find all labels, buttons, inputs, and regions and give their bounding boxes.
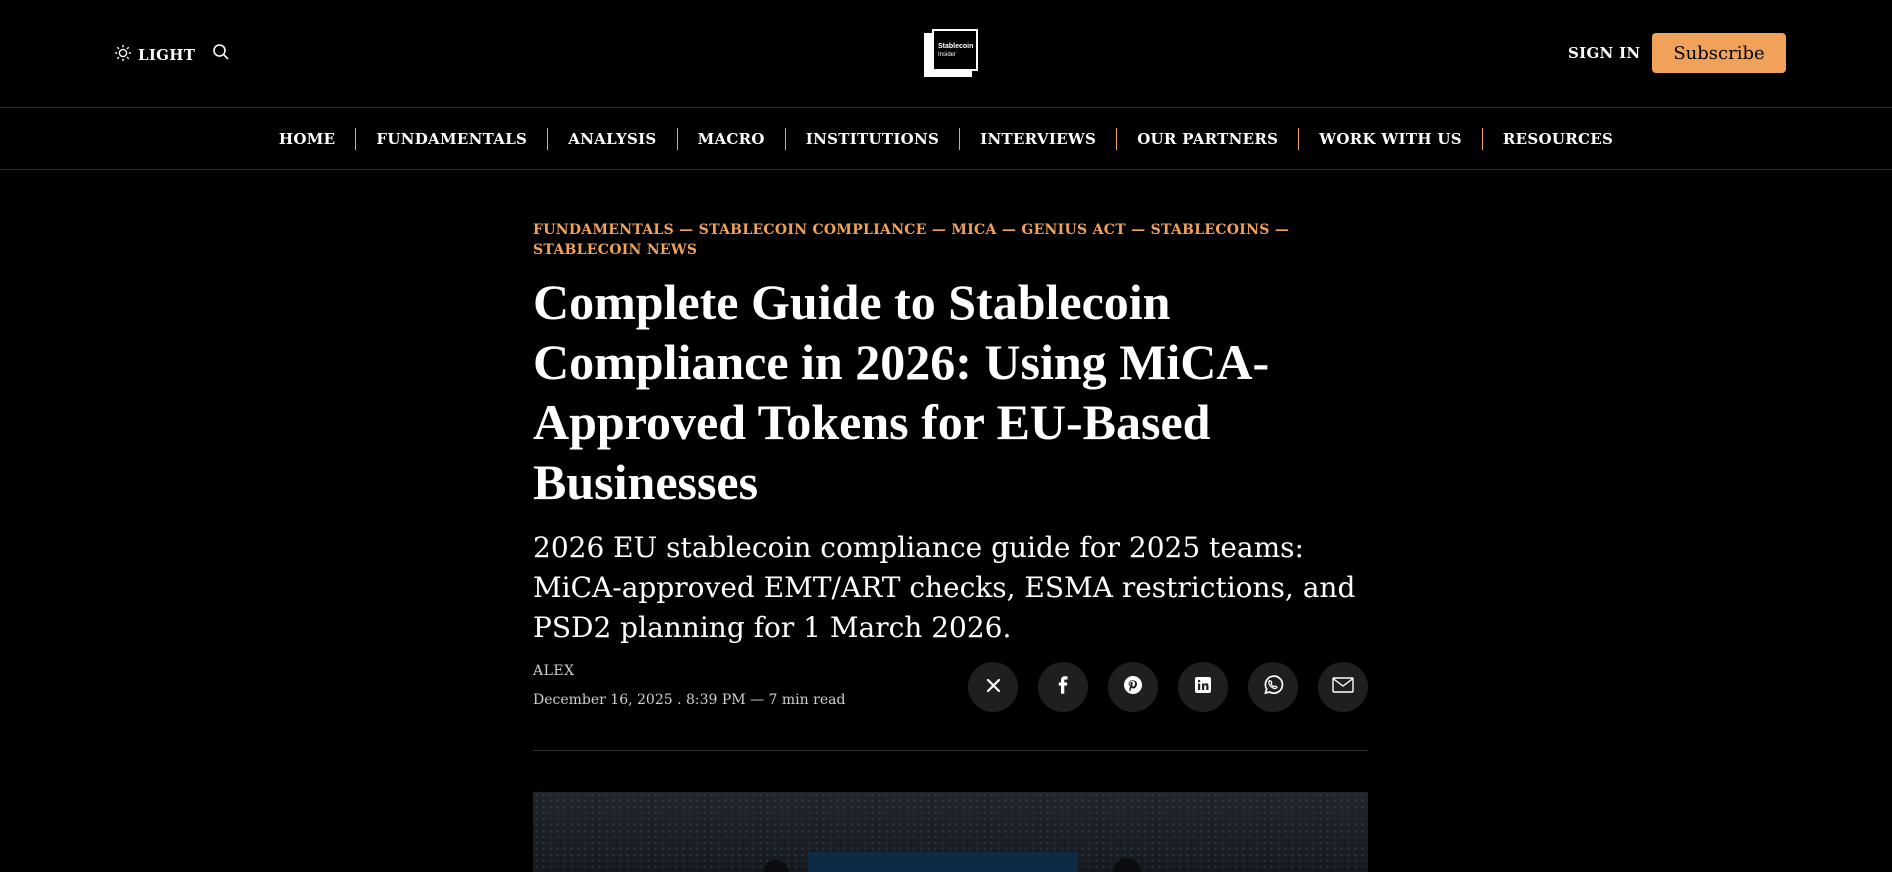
nav-item-institutions[interactable]: INSTITUTIONS xyxy=(786,128,959,150)
category-separator: — xyxy=(1274,222,1290,238)
sign-in-link[interactable]: SIGN IN xyxy=(1568,44,1640,62)
subscribe-button[interactable]: Subscribe xyxy=(1652,33,1786,73)
publish-info: December 16, 2025 . 8:39 PM — 7 min read xyxy=(533,692,845,708)
category-link[interactable]: STABLECOIN NEWS xyxy=(533,242,697,258)
author-name[interactable]: ALEX xyxy=(533,663,575,679)
logo-text-line1: Stablecoin xyxy=(938,43,974,50)
sun-icon xyxy=(114,44,132,66)
nav-item-home[interactable]: HOME xyxy=(259,128,355,150)
article-header: FUNDAMENTALS — STABLECOIN COMPLIANCE — M… xyxy=(533,220,1368,648)
share-x-button[interactable] xyxy=(968,662,1018,712)
nav-item-analysis[interactable]: ANALYSIS xyxy=(548,128,676,150)
pinterest-icon xyxy=(1123,675,1143,699)
x-icon xyxy=(985,677,1002,698)
whatsapp-icon xyxy=(1261,673,1285,701)
nav-item-macro[interactable]: MACRO xyxy=(678,128,785,150)
publish-date: December 16, 2025 . 8:39 PM xyxy=(533,692,746,708)
share-email-button[interactable] xyxy=(1318,662,1368,712)
meta-separator: — xyxy=(750,692,769,708)
article-title: Complete Guide to Stablecoin Compliance … xyxy=(533,274,1270,510)
theme-toggle[interactable]: LIGHT xyxy=(114,44,195,66)
nav-item-work-with-us[interactable]: WORK WITH US xyxy=(1299,128,1482,150)
facebook-icon xyxy=(1057,676,1069,698)
share-whatsapp-button[interactable] xyxy=(1248,662,1298,712)
share-pinterest-button[interactable] xyxy=(1108,662,1158,712)
article-meta: ALEX December 16, 2025 . 8:39 PM — 7 min… xyxy=(533,660,1368,750)
category-separator: — xyxy=(931,222,952,238)
share-buttons xyxy=(968,662,1368,712)
nav-item-interviews[interactable]: INTERVIEWS xyxy=(960,128,1116,150)
share-facebook-button[interactable] xyxy=(1038,662,1088,712)
category-separator: — xyxy=(1131,222,1151,238)
email-icon xyxy=(1332,677,1354,697)
share-linkedin-button[interactable] xyxy=(1178,662,1228,712)
nav-item-fundamentals[interactable]: FUNDAMENTALS xyxy=(356,128,547,150)
main-nav: HOME FUNDAMENTALS ANALYSIS MACRO INSTITU… xyxy=(0,108,1892,170)
read-time: 7 min read xyxy=(768,692,846,708)
category-link[interactable]: GENIUS ACT xyxy=(1021,222,1126,238)
logo-text-line2: Insider xyxy=(938,52,957,58)
category-link[interactable]: FUNDAMENTALS xyxy=(533,222,674,238)
nav-item-resources[interactable]: RESOURCES xyxy=(1483,128,1633,150)
theme-toggle-label: LIGHT xyxy=(138,46,196,64)
site-logo[interactable]: Stablecoin Insider xyxy=(924,29,978,77)
category-list: FUNDAMENTALS — STABLECOIN COMPLIANCE — M… xyxy=(533,220,1368,260)
nav-item-our-partners[interactable]: OUR PARTNERS xyxy=(1117,128,1298,150)
category-separator: — xyxy=(1001,222,1022,238)
site-header: LIGHT Stablecoin Insider SIGN IN Subscri… xyxy=(0,0,1892,108)
linkedin-icon xyxy=(1194,676,1212,698)
hero-image xyxy=(533,792,1368,872)
search-icon[interactable] xyxy=(212,43,230,65)
article-subtitle: 2026 EU stablecoin compliance guide for … xyxy=(533,531,1356,644)
category-link[interactable]: STABLECOIN COMPLIANCE xyxy=(699,222,927,238)
category-link[interactable]: STABLECOINS xyxy=(1151,222,1270,238)
logo-text: Stablecoin Insider xyxy=(938,42,973,60)
category-separator: — xyxy=(679,222,699,238)
meta-divider xyxy=(533,750,1368,751)
hero-image-screen xyxy=(808,852,1078,872)
category-link[interactable]: MICA xyxy=(951,222,996,238)
